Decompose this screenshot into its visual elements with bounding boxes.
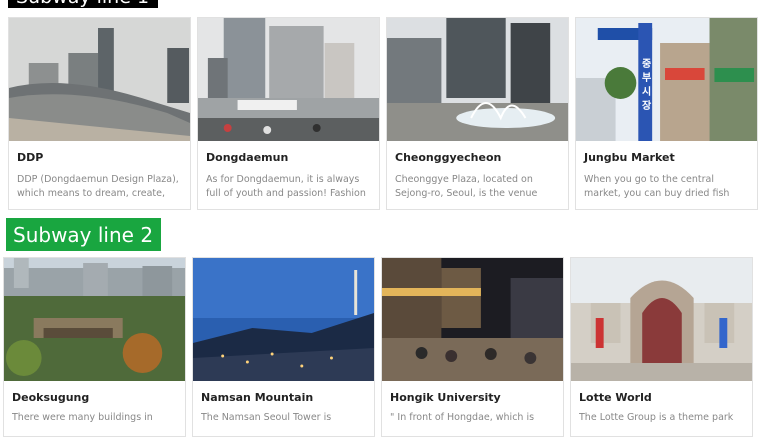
- attraction-title: Deoksugung: [12, 391, 90, 404]
- attraction-description: " In front of Hongdae, which is: [390, 412, 535, 423]
- attraction-card-jungbu-market[interactable]: 중부시장 Jungbu Market When you go to the ce…: [575, 17, 758, 210]
- attraction-photo: [193, 258, 374, 381]
- attraction-description: When you go to the central market, you c…: [584, 174, 730, 199]
- attraction-photo: [382, 258, 563, 381]
- attraction-photo: [576, 18, 757, 141]
- attraction-card-ddp[interactable]: DDP DDP (Dongdaemun Design Plaza), which…: [8, 17, 191, 210]
- section-title-line-1: Subway line 1: [8, 0, 158, 8]
- attraction-title: Lotte World: [579, 391, 652, 404]
- attraction-photo: [387, 18, 568, 141]
- attraction-photo: [571, 258, 752, 381]
- attraction-title: DDP: [17, 151, 44, 164]
- attraction-title: Hongik University: [390, 391, 501, 404]
- attraction-card-hongik-university[interactable]: Hongik University " In front of Hongdae,…: [381, 257, 564, 437]
- attraction-description: The Lotte Group is a theme park: [579, 412, 734, 423]
- market-sign-vertical: 중부시장: [642, 59, 652, 112]
- attraction-description: There were many buildings in: [12, 412, 153, 423]
- attraction-title: Dongdaemun: [206, 151, 289, 164]
- attraction-card-namsan-mountain[interactable]: Namsan Mountain The Namsan Seoul Tower i…: [192, 257, 375, 437]
- attraction-description: As for Dongdaemun, it is always full of …: [206, 174, 366, 199]
- attraction-description: The Namsan Seoul Tower is Korea's first: [201, 412, 332, 423]
- attraction-title: Namsan Mountain: [201, 391, 314, 404]
- attraction-card-lotte-world[interactable]: Lotte World The Lotte Group is a theme p…: [570, 257, 753, 437]
- attraction-description: Cheonggye Plaza, located on Sejong-ro, S…: [395, 174, 538, 199]
- attraction-title: Cheonggyecheon: [395, 151, 502, 164]
- attraction-card-dongdaemun[interactable]: Dongdaemun As for Dongdaemun, it is alwa…: [197, 17, 380, 210]
- attraction-photo: [198, 18, 379, 141]
- attraction-card-cheonggyecheon[interactable]: Cheonggyecheon Cheonggye Plaza, located …: [386, 17, 569, 210]
- attraction-photo: [9, 18, 190, 141]
- section-title-line-2: Subway line 2: [6, 218, 161, 251]
- attraction-description: DDP (Dongdaemun Design Plaza), which mea…: [17, 174, 179, 199]
- attraction-photo: [4, 258, 185, 381]
- attraction-title: Jungbu Market: [584, 151, 675, 164]
- attraction-card-deoksugung[interactable]: Deoksugung There were many buildings in: [3, 257, 186, 437]
